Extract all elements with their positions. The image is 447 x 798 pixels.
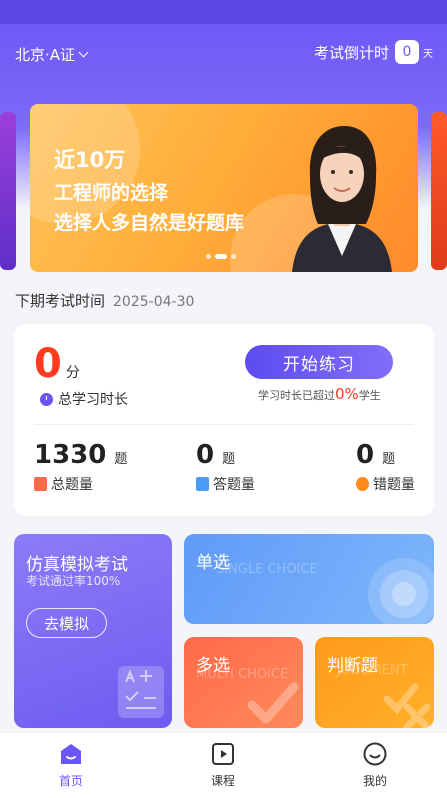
total-questions-value: 1330 bbox=[34, 440, 107, 470]
wrong-label: 错题量 bbox=[373, 477, 415, 493]
banner-headline: 近10万 bbox=[54, 148, 126, 172]
tab-mine-label: 我的 bbox=[362, 774, 387, 788]
course-video-icon bbox=[212, 743, 234, 765]
question-bank-icon bbox=[34, 477, 47, 491]
single-choice-watermark: SINGLE CHOICE bbox=[216, 562, 318, 577]
status-bar bbox=[0, 0, 447, 24]
answered-unit: 题 bbox=[222, 452, 236, 467]
banner-tagline: 选择人多自然是好题库 bbox=[54, 212, 245, 234]
checkmark-icon bbox=[247, 682, 299, 724]
countdown-label: 考试倒计时 bbox=[313, 43, 389, 62]
home-icon bbox=[61, 744, 81, 764]
wrong-unit: 题 bbox=[382, 452, 396, 467]
smile-profile-icon bbox=[363, 742, 387, 766]
exam-date-value: 2025-04-30 bbox=[113, 294, 195, 310]
wrong-value: 0 bbox=[356, 440, 375, 470]
exceed-percent: 0% bbox=[335, 385, 359, 403]
multi-choice-tile[interactable]: MULTI CHOICE 多选 bbox=[184, 637, 303, 728]
study-stats-card: 0 分 总学习时长 开始练习 学习时长已超过 0% 学生 1330 题 总题量 0… bbox=[14, 324, 434, 516]
judgment-title: 判断题 bbox=[327, 656, 378, 676]
total-questions-stat[interactable]: 1330 题 总题量 bbox=[34, 442, 127, 494]
judgment-tile[interactable]: JUDGMENT 判断题 bbox=[315, 637, 434, 728]
single-choice-tile[interactable]: SINGLE CHOICE 单选 bbox=[184, 534, 434, 624]
carousel-dot bbox=[206, 254, 211, 259]
single-choice-title: 单选 bbox=[196, 553, 230, 573]
carousel-indicator bbox=[206, 254, 236, 259]
answered-stat[interactable]: 0题 答题量 bbox=[196, 442, 255, 494]
start-practice-button[interactable]: 开始练习 bbox=[245, 345, 393, 379]
multi-choice-title: 多选 bbox=[196, 656, 230, 676]
chevron-down-icon bbox=[78, 47, 89, 58]
mock-exam-pass-rate: 考试通过率100% bbox=[26, 574, 121, 588]
banner-prev-slide[interactable] bbox=[0, 112, 16, 270]
presenter-image bbox=[292, 126, 392, 272]
wrong-stat[interactable]: 0题 错题量 bbox=[356, 442, 415, 494]
true-false-icon bbox=[383, 683, 431, 728]
go-mock-button[interactable]: 去模拟 bbox=[26, 608, 107, 638]
banner-slide[interactable]: 近10万 工程师的选择 选择人多自然是好题库 bbox=[30, 104, 418, 272]
countdown-value: 0 bbox=[395, 40, 419, 64]
exceed-text: 学习时长已超过 0% 学生 bbox=[258, 385, 381, 403]
tab-home[interactable]: 首页 bbox=[31, 741, 111, 789]
total-questions-unit: 题 bbox=[114, 452, 128, 467]
banner-next-slide[interactable] bbox=[431, 112, 447, 270]
city-selector[interactable]: 北京·A证 bbox=[15, 44, 89, 65]
score-display: 0 分 bbox=[34, 344, 80, 384]
carousel-dot-active bbox=[215, 254, 227, 259]
exam-date-label: 下期考试时间 bbox=[15, 292, 106, 310]
carousel-dot bbox=[231, 254, 236, 259]
mock-exam-tile[interactable]: 仿真模拟考试 考试通过率100% 去模拟 bbox=[14, 534, 172, 728]
divider bbox=[34, 424, 414, 425]
exam-paper-icon bbox=[118, 666, 164, 718]
countdown-unit: 天 bbox=[423, 48, 433, 60]
answered-value: 0 bbox=[196, 440, 215, 470]
banner-subline: 工程师的选择 bbox=[54, 182, 169, 204]
score-value: 0 bbox=[34, 341, 62, 387]
exceed-prefix: 学习时长已超过 bbox=[258, 389, 335, 402]
next-exam-date: 下期考试时间 2025-04-30 bbox=[15, 290, 194, 311]
top-bar: 北京·A证 考试倒计时 0 天 bbox=[0, 38, 447, 70]
study-time: 总学习时长 bbox=[40, 389, 128, 409]
wrong-answer-icon bbox=[356, 477, 369, 491]
exam-countdown: 考试倒计时 0 天 bbox=[314, 40, 433, 64]
tab-mine[interactable]: 我的 bbox=[335, 741, 415, 789]
banner-carousel[interactable]: 近10万 工程师的选择 选择人多自然是好题库 bbox=[0, 104, 447, 272]
total-questions-label: 总题量 bbox=[51, 477, 93, 493]
city-label: 北京·A证 bbox=[15, 46, 76, 64]
exceed-suffix: 学生 bbox=[358, 389, 381, 402]
tab-course-label: 课程 bbox=[210, 774, 235, 788]
circle-decoration-icon bbox=[368, 558, 434, 624]
score-unit: 分 bbox=[65, 365, 80, 381]
answered-label: 答题量 bbox=[213, 477, 255, 493]
study-time-label: 总学习时长 bbox=[58, 392, 128, 408]
answer-list-icon bbox=[196, 477, 209, 491]
tab-course[interactable]: 课程 bbox=[183, 741, 263, 789]
tab-home-label: 首页 bbox=[58, 774, 83, 788]
clock-icon bbox=[40, 392, 53, 406]
bottom-tab-bar: 首页 课程 我的 bbox=[0, 732, 447, 798]
